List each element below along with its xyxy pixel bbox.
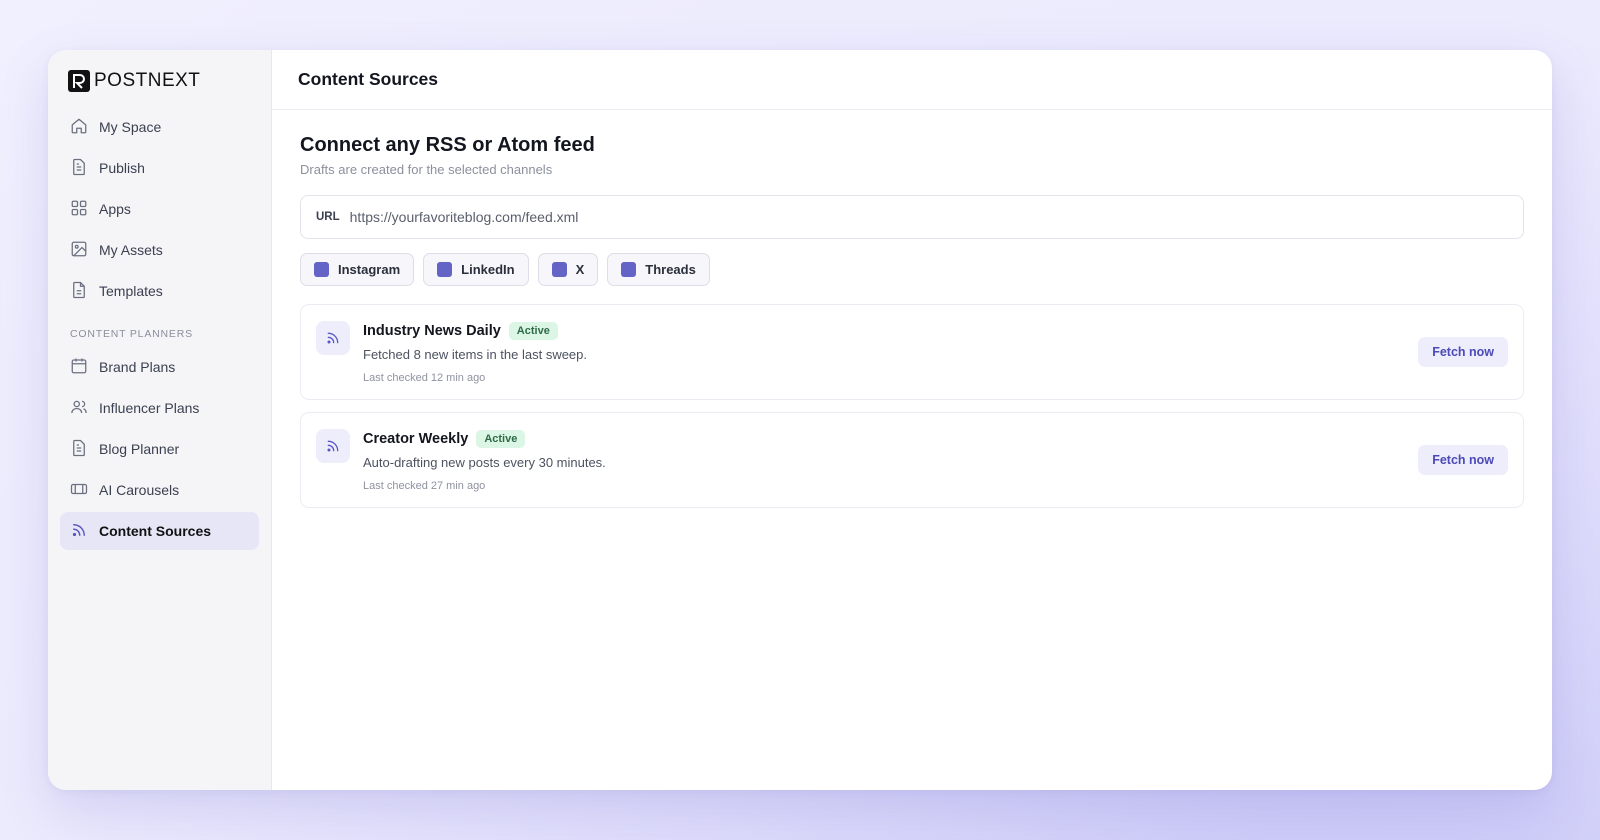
checkbox[interactable] (314, 262, 329, 277)
topbar: Content Sources (272, 50, 1552, 110)
logo-mark-icon (68, 70, 90, 92)
sidebar-item-label: Templates (99, 283, 163, 299)
sidebar-item-ai-carousels[interactable]: AI Carousels (60, 471, 259, 509)
carousel-icon (70, 480, 88, 501)
url-label: URL (316, 211, 340, 223)
channel-label: Instagram (338, 262, 401, 277)
sidebar-item-brand-plans[interactable]: Brand Plans (60, 348, 259, 386)
rss-icon (316, 321, 350, 355)
sidebar-item-label: Apps (99, 201, 131, 217)
sidebar-item-influencer-plans[interactable]: Influencer Plans (60, 389, 259, 427)
sidebar-item-my-assets[interactable]: My Assets (60, 231, 259, 269)
sidebar-item-label: My Space (99, 119, 162, 135)
channel-chip-instagram[interactable]: Instagram (300, 253, 415, 286)
sidebar-item-publish[interactable]: Publish (60, 149, 259, 187)
channel-chip-linkedin[interactable]: LinkedIn (423, 253, 529, 286)
feed-body: Industry News Daily Active Fetched 8 new… (363, 322, 587, 384)
status-badge: Active (508, 322, 558, 340)
feed-card: Creator Weekly Active Auto-drafting new … (300, 412, 1524, 508)
template-icon (70, 281, 88, 302)
main-panel: Content Sources Connect any RSS or Atom … (272, 50, 1552, 790)
document-icon (70, 158, 88, 179)
feed-last-checked: Last checked 27 min ago (363, 480, 486, 492)
image-icon (70, 240, 88, 261)
app-window: POSTNEXT My Space Publish Apps My Assets… (48, 50, 1552, 790)
channel-label: LinkedIn (461, 262, 515, 277)
feed-title-row: Industry News Daily Active (363, 322, 587, 340)
section-subheading: Drafts are created for the selected chan… (300, 162, 553, 177)
sidebar-item-content-sources[interactable]: Content Sources (60, 512, 259, 550)
sidebar-item-apps[interactable]: Apps (60, 190, 259, 228)
document-icon (70, 439, 88, 460)
channel-label: X (575, 262, 585, 277)
grid-icon (70, 199, 88, 220)
fetch-now-button[interactable]: Fetch now (1418, 337, 1508, 367)
feed-title: Creator Weekly (363, 431, 469, 447)
calendar-icon (70, 357, 88, 378)
channel-chip-threads[interactable]: Threads (607, 253, 710, 286)
channel-label: Threads (645, 262, 696, 277)
sidebar-item-label: Blog Planner (99, 441, 180, 457)
feed-url-input[interactable] (349, 209, 1508, 225)
sidebar-item-label: Brand Plans (99, 359, 176, 375)
checkbox[interactable] (621, 262, 637, 277)
home-icon (70, 117, 88, 138)
brand-logo[interactable]: POSTNEXT (60, 70, 259, 92)
fetch-now-button[interactable]: Fetch now (1418, 445, 1508, 475)
content-area: Connect any RSS or Atom feed Drafts are … (272, 110, 1552, 532)
section-heading: Connect any RSS or Atom feed (300, 134, 595, 156)
sidebar-item-label: My Assets (99, 242, 163, 258)
sidebar-item-label: Content Sources (99, 523, 212, 539)
brand-name: POSTNEXT (94, 70, 201, 91)
checkbox[interactable] (551, 262, 567, 277)
sidebar-item-label: Publish (99, 160, 145, 176)
feed-title: Industry News Daily (363, 323, 501, 339)
feed-description: Auto-drafting new posts every 30 minutes… (363, 455, 606, 470)
rss-icon (316, 429, 350, 463)
sidebar-item-label: AI Carousels (99, 482, 180, 498)
sidebar-item-blog-planner[interactable]: Blog Planner (60, 430, 259, 468)
rss-icon (70, 521, 88, 542)
channel-chip-x[interactable]: X (537, 253, 599, 286)
section-label-content-planners: CONTENT PLANNERS (70, 328, 193, 340)
status-badge: Active (476, 430, 526, 448)
channel-selector: Instagram LinkedIn X Threads (300, 253, 1524, 286)
sidebar-item-my-space[interactable]: My Space (60, 108, 259, 146)
url-field[interactable]: URL (300, 195, 1524, 239)
sidebar-item-templates[interactable]: Templates (60, 272, 259, 310)
sidebar-nav: My Space Publish Apps My Assets Template… (60, 108, 259, 550)
users-icon (70, 398, 88, 419)
feed-body: Creator Weekly Active Auto-drafting new … (363, 430, 606, 492)
sidebar-item-label: Influencer Plans (99, 400, 200, 416)
feed-title-row: Creator Weekly Active (363, 430, 606, 448)
sidebar: POSTNEXT My Space Publish Apps My Assets… (48, 50, 272, 790)
feed-card: Industry News Daily Active Fetched 8 new… (300, 304, 1524, 400)
page-title: Content Sources (298, 69, 439, 89)
feed-last-checked: Last checked 12 min ago (363, 372, 486, 384)
feed-description: Fetched 8 new items in the last sweep. (363, 347, 588, 362)
checkbox[interactable] (437, 262, 453, 277)
